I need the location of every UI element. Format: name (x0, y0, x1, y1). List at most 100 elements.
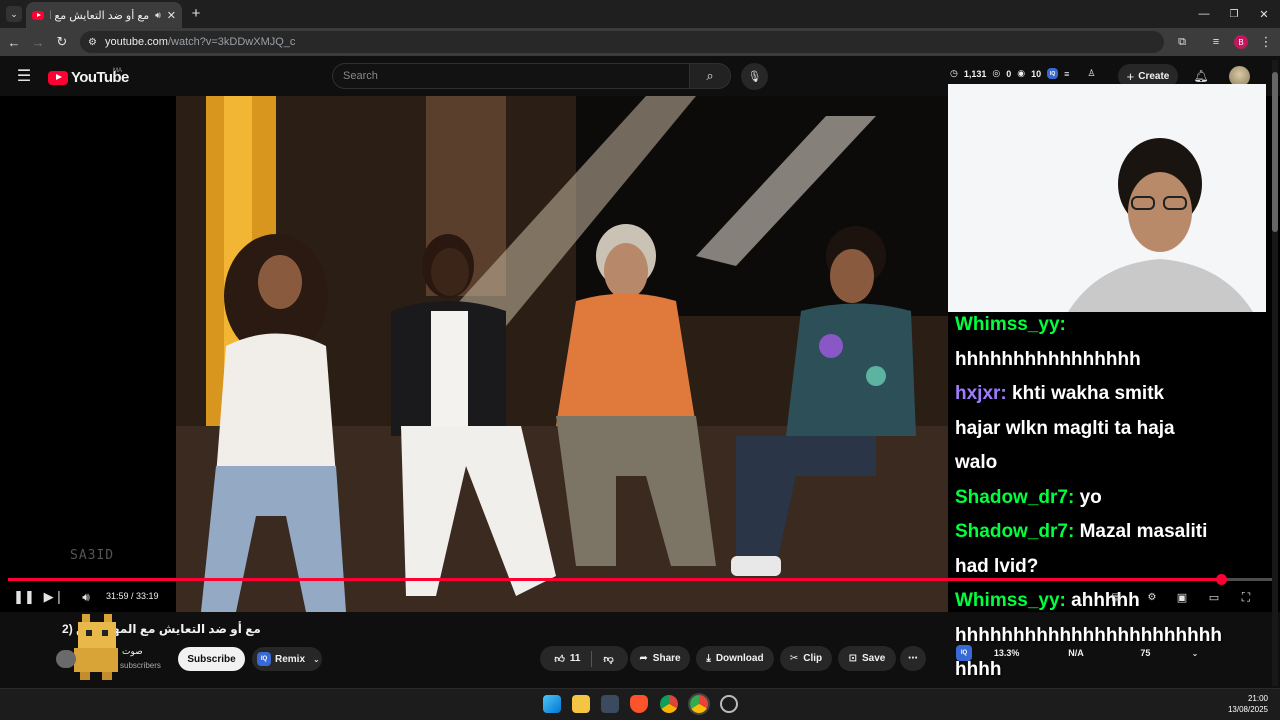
search-button[interactable]: ⌕ (689, 63, 731, 89)
chat-text: Mazal masaliti (1079, 521, 1208, 542)
like-count[interactable]: 11 (570, 653, 581, 664)
notifications-bell-icon[interactable]: 🔔︎ (1193, 68, 1209, 84)
download-label: Download (715, 653, 764, 664)
clock-time: 21:00 (1247, 694, 1268, 703)
miniplayer-icon[interactable]: ▣ (1174, 590, 1190, 604)
video-scene-illustration (176, 96, 948, 612)
pixel-cat-sticker-icon (56, 614, 118, 680)
chat-username: hxjxr: (955, 383, 1007, 404)
channel-avatar[interactable] (52, 610, 126, 684)
more-actions-button[interactable]: ⋯ (900, 646, 926, 671)
theater-mode-icon[interactable]: ▭ (1206, 590, 1222, 604)
minimize-icon[interactable]: — (1196, 6, 1212, 22)
more-horizontal-icon: ⋯ (908, 653, 918, 664)
forward-icon[interactable]: → (30, 34, 46, 50)
chat-message: Shadow_dr7: Mazal masaliti (948, 515, 1268, 550)
video-frame (176, 96, 948, 612)
iq-value-2: N/A (1068, 648, 1084, 658)
next-video-icon[interactable]: ▶❘ (44, 589, 65, 605)
subtitles-icon[interactable]: ▤ (1108, 590, 1124, 604)
channel-name[interactable]: صوت (122, 646, 143, 657)
back-icon[interactable]: ← (6, 34, 22, 50)
stat-views: 1,131 (963, 68, 987, 79)
iq-extension-bar: IQ 13.3% N/A 75 ⌄ (950, 641, 1210, 665)
iq-extension-icon[interactable]: IQ (1047, 68, 1059, 79)
thumbs-down-icon[interactable]: 👎︎ (603, 653, 613, 665)
system-clock[interactable]: 21:00 13/08/2025 (1218, 693, 1268, 715)
file-explorer-icon[interactable] (572, 695, 590, 713)
remix-button[interactable]: IQ Remix ⌄ (252, 647, 322, 671)
chat-message: walo (948, 446, 1268, 481)
stat-count-b: 10 (1031, 68, 1042, 79)
iq-extension-icon[interactable]: IQ (956, 645, 972, 661)
chat-text: khti wakha smitk (1012, 383, 1165, 404)
download-icon: ⤓ (706, 653, 711, 664)
clock-date: 13/08/2025 (1227, 705, 1268, 714)
hamburger-menu-icon[interactable]: ☰ (14, 67, 34, 85)
chat-message: hhhhhhhhhhhhhhhh (948, 343, 1268, 378)
progress-bar-fill (8, 578, 1222, 581)
page-scrollbar[interactable] (1272, 60, 1278, 686)
reload-icon[interactable]: ↻ (54, 34, 70, 50)
time-display: 31:59 / 33:19 (106, 591, 159, 601)
fullscreen-icon[interactable]: ⛶ (1238, 589, 1254, 605)
webcam-overlay (948, 84, 1266, 312)
browser-menu-icon[interactable]: ⋮ (1258, 34, 1274, 50)
download-button[interactable]: ⤓ Download (696, 646, 774, 671)
bookmark-icon: ⊡ (848, 653, 858, 664)
iq-value-1: 13.3% (993, 648, 1020, 658)
profile-avatar-icon[interactable]: B (1234, 35, 1248, 49)
chrome-active-icon[interactable] (690, 695, 708, 713)
close-icon[interactable]: ✕ (167, 9, 176, 22)
eye-icon: ◉ (1017, 68, 1026, 78)
chat-text: walo (955, 452, 998, 473)
address-bar[interactable]: ⚙︎ youtube.com/watch?v=3kDDwXMJQ_c (80, 31, 1164, 53)
scissors-icon: ✂ (789, 653, 799, 664)
media-control-icon[interactable]: ≡ (1208, 34, 1224, 50)
chat-message: Whimss_yy: (948, 308, 1268, 343)
chat-text: hajar wlkn maglti ta haja (955, 417, 1175, 439)
windows-start-icon[interactable] (543, 695, 561, 713)
clip-button[interactable]: ✂ Clip (780, 646, 832, 671)
trophy-icon[interactable]: ♙ (1087, 68, 1095, 79)
volume-icon[interactable]: 🔊︎ (78, 589, 94, 605)
share-button[interactable]: ➦ Share (630, 646, 690, 671)
remix-label: Remix (275, 653, 306, 665)
browser-tab[interactable]: مع أو ضد التعايش مع المهاجرين 🔊︎ ✕ (26, 2, 182, 28)
subscriber-count: subscribers (120, 661, 161, 670)
scrollbar-thumb[interactable] (1272, 72, 1278, 232)
youtube-logo-icon (48, 70, 68, 85)
voice-search-button[interactable]: 🎙︎ (741, 63, 768, 90)
tab-search-icon[interactable]: ⌄ (6, 6, 22, 22)
pause-icon[interactable]: ❚❚ (13, 589, 35, 605)
window-close-icon[interactable]: ✕ (1256, 6, 1272, 22)
autoplay-toggle-icon[interactable]: ◑ (1076, 590, 1092, 604)
share-label: Share (652, 653, 681, 664)
subscribe-button[interactable]: Subscribe (178, 647, 245, 671)
chrome-icon[interactable] (660, 695, 678, 713)
thumbs-up-icon[interactable]: 👍︎ (554, 653, 564, 665)
clip-label: Clip (803, 653, 823, 664)
obs-icon[interactable] (720, 695, 738, 713)
chat-text: yo (1079, 486, 1102, 508)
url-host: youtube.com (104, 36, 168, 48)
video-editor-icon[interactable] (601, 695, 619, 713)
share-arrow-icon: ➦ (639, 653, 648, 664)
search-icon: ⌕ (706, 68, 714, 83)
list-icon[interactable]: ≡ (1064, 69, 1069, 79)
site-info-icon[interactable]: ⚙︎ (88, 37, 97, 48)
plus-icon[interactable]: + (188, 5, 204, 22)
save-label: Save (862, 653, 886, 664)
save-button[interactable]: ⊡ Save (838, 646, 896, 671)
extensions-icon[interactable]: ⧉ (1174, 34, 1190, 50)
audio-playing-icon[interactable]: 🔊︎ (155, 10, 161, 21)
chat-username: Whimss_yy: (955, 314, 1066, 335)
chat-text: hhhhhhhhhhhhhhhh (955, 348, 1141, 370)
streamer-webcam-image (948, 84, 1266, 312)
settings-gear-icon[interactable]: ⚙︎ (1144, 590, 1160, 604)
chevron-down-icon[interactable]: ⌄ (1180, 649, 1210, 658)
search-input[interactable]: Search (332, 63, 690, 89)
brave-browser-icon[interactable] (630, 695, 648, 713)
live-chat-overlay: Whimss_yy: hhhhhhhhhhhhhhhh hxjxr: khti w… (948, 308, 1268, 688)
restore-icon[interactable]: ❐ (1226, 6, 1242, 22)
